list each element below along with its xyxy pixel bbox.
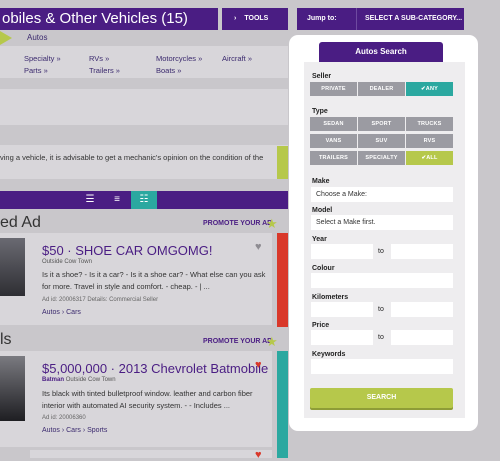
tools-label: TOOLS bbox=[244, 15, 269, 22]
seller-label: Seller bbox=[312, 73, 332, 80]
ad-id-label-2: Ad id: bbox=[42, 415, 58, 421]
listing-ad-info-2: Ad id: 20006360 bbox=[42, 415, 86, 421]
kilometers-label: Kilometers bbox=[312, 294, 349, 301]
list-view-icon[interactable]: ☰ bbox=[77, 191, 103, 209]
chevron-right-icon: › bbox=[234, 15, 237, 22]
category-parts[interactable]: Parts » bbox=[24, 66, 48, 75]
listing-description-line2: for more. Travel in style and comfort. -… bbox=[42, 282, 210, 291]
listing-thumbnail-2[interactable] bbox=[0, 356, 25, 421]
colour-label: Colour bbox=[312, 265, 335, 272]
listing-categories-2[interactable]: Autos › Cars › Sports bbox=[42, 427, 107, 434]
listing-title-2[interactable]: $5,000,000 · 2013 Chevrolet Batmobile bbox=[42, 361, 268, 376]
star-icon-2: ★ bbox=[266, 334, 278, 349]
type-trailers-option[interactable]: TRAILERS bbox=[310, 151, 357, 165]
price-label: Price bbox=[312, 322, 330, 329]
listing-description-line1: Is it a shoe? - Is it a car? - Is it a s… bbox=[42, 270, 266, 279]
listing-categories[interactable]: Autos › Cars bbox=[42, 309, 81, 316]
favorite-heart-icon[interactable]: ♥ bbox=[255, 241, 262, 253]
listing-seller[interactable]: Batman bbox=[42, 377, 64, 383]
details-label: Details: bbox=[87, 297, 108, 303]
jump-to-label: Jump to: bbox=[297, 8, 357, 30]
make-select[interactable]: Choose a Make: bbox=[311, 187, 453, 202]
keywords-label: Keywords bbox=[312, 351, 346, 358]
tools-button[interactable]: › TOOLS bbox=[222, 8, 288, 30]
category-aircraft[interactable]: Aircraft » bbox=[222, 54, 252, 63]
year-to-input[interactable] bbox=[391, 244, 453, 259]
promote-ad-link[interactable]: PROMOTE YOUR AD bbox=[203, 220, 272, 227]
advice-notice: ving a vehicle, it is advisable to get a… bbox=[0, 145, 288, 179]
category-specialty[interactable]: Specialty » bbox=[24, 54, 61, 63]
colour-input[interactable] bbox=[311, 273, 453, 288]
type-label: Type bbox=[312, 108, 328, 115]
category-trailers[interactable]: Trailers » bbox=[89, 66, 120, 75]
km-to-label: to bbox=[378, 306, 384, 313]
notice-accent bbox=[277, 146, 288, 179]
km-to-input[interactable] bbox=[391, 302, 453, 317]
type-all-option[interactable]: ✔ALL bbox=[406, 151, 453, 165]
listing-card-3[interactable] bbox=[30, 450, 272, 458]
star-icon: ★ bbox=[266, 216, 278, 231]
ad-id-value: 20006317 bbox=[59, 297, 86, 303]
listing-location: Outside Cow Town bbox=[42, 259, 92, 265]
seller-dealer-option[interactable]: DEALER bbox=[358, 82, 405, 96]
price-to-label: to bbox=[378, 334, 384, 341]
details-value: Commercial Seller bbox=[109, 297, 159, 303]
make-label: Make bbox=[312, 178, 330, 185]
breadcrumb-autos[interactable]: Autos bbox=[27, 33, 47, 42]
listing-ad-info: Ad id: 20006317 Details: Commercial Sell… bbox=[42, 297, 158, 303]
listing-description-2-line1: Its black with tinted bulletproof window… bbox=[42, 389, 253, 398]
type-suv-option[interactable]: SUV bbox=[358, 134, 405, 148]
category-boats[interactable]: Boats » bbox=[156, 66, 181, 75]
info-panel bbox=[0, 89, 288, 125]
type-trucks-option[interactable]: TRUCKS bbox=[406, 117, 453, 131]
detail-view-icon[interactable]: ☷ bbox=[131, 191, 157, 209]
listing-accent-red bbox=[277, 233, 288, 327]
breadcrumb-arrow bbox=[0, 31, 12, 45]
type-rvs-option[interactable]: RVS bbox=[406, 134, 453, 148]
year-to-label: to bbox=[378, 248, 384, 255]
model-select[interactable]: Select a Make first. bbox=[311, 215, 453, 230]
listing-thumbnail[interactable] bbox=[0, 238, 25, 296]
price-to-input[interactable] bbox=[391, 330, 453, 345]
listing-accent-teal bbox=[277, 351, 288, 458]
km-from-input[interactable] bbox=[311, 302, 373, 317]
compact-view-icon[interactable]: ≡ bbox=[104, 191, 130, 209]
type-sport-option[interactable]: SPORT bbox=[358, 117, 405, 131]
search-button[interactable]: SEARCH bbox=[310, 388, 453, 408]
listing-title[interactable]: $50 · SHOE CAR OMGOMG! bbox=[42, 243, 212, 258]
type-sedan-option[interactable]: SEDAN bbox=[310, 117, 357, 131]
type-vans-option[interactable]: VANS bbox=[310, 134, 357, 148]
year-label: Year bbox=[312, 236, 327, 243]
seller-any-option[interactable]: ✔ANY bbox=[406, 82, 453, 96]
model-label: Model bbox=[312, 207, 333, 214]
category-motorcycles[interactable]: Motorcycles » bbox=[156, 54, 202, 63]
page-title: obiles & Other Vehicles (15) bbox=[0, 8, 218, 30]
seller-private-option[interactable]: PRIVATE bbox=[310, 82, 357, 96]
ad-id-label: Ad id: bbox=[42, 297, 58, 303]
listing-seller-location: Batman Outside Cow Town bbox=[42, 377, 116, 383]
second-section-title: ls bbox=[0, 331, 12, 348]
listing-location-2: Outside Cow Town bbox=[65, 377, 116, 383]
type-specialty-option[interactable]: SPECIALTY bbox=[358, 151, 405, 165]
keywords-input[interactable] bbox=[311, 359, 453, 374]
search-panel-title: Autos Search bbox=[319, 42, 443, 62]
jump-to-select[interactable]: Jump to: SELECT A SUB-CATEGORY... bbox=[297, 8, 464, 30]
category-rvs[interactable]: RVs » bbox=[89, 54, 109, 63]
promote-ad-link-2[interactable]: PROMOTE YOUR AD bbox=[203, 338, 272, 345]
year-from-input[interactable] bbox=[311, 244, 373, 259]
ad-id-value-2: 20006360 bbox=[59, 415, 86, 421]
favorite-heart-icon-3[interactable]: ♥ bbox=[255, 449, 262, 461]
listing-description-2-line2: interior with automated AI security syst… bbox=[42, 401, 230, 410]
subcategory-select[interactable]: SELECT A SUB-CATEGORY... bbox=[357, 8, 462, 30]
price-from-input[interactable] bbox=[311, 330, 373, 345]
featured-section-title: ed Ad bbox=[0, 214, 41, 231]
favorite-heart-icon-2[interactable]: ♥ bbox=[255, 359, 262, 371]
